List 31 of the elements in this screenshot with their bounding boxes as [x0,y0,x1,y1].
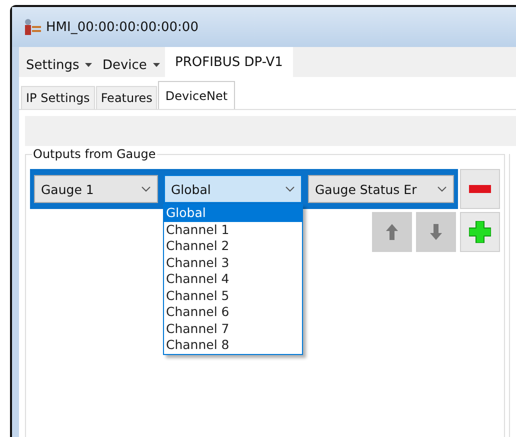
arrow-up-icon [386,224,398,240]
app-icon [24,19,42,35]
combo-box[interactable]: Gauge Status Er [308,175,454,203]
dropdown-option[interactable]: Channel 5 [164,288,302,304]
chevron-down-icon [285,186,295,192]
arrow-down-icon [430,224,442,240]
add-button[interactable] [460,212,500,252]
remove-button[interactable] [460,169,500,209]
dropdown-option[interactable]: Channel 2 [164,238,302,254]
dropdown-option[interactable]: Channel 1 [164,222,302,238]
menu-item[interactable]: Device [97,54,166,77]
caret-down-icon [85,63,92,68]
minus-icon [469,185,491,193]
dropdown-option[interactable]: Channel 8 [164,337,302,354]
chevron-down-icon [141,186,151,192]
caret-down-icon [153,63,160,68]
tab[interactable]: IP Settings [21,86,95,109]
tab[interactable]: Features [96,86,158,109]
dropdown-option[interactable]: Global [164,205,302,222]
menu-item[interactable]: Settings [21,54,98,77]
window-title: HMI_00:00:00:00:00:00 [46,20,198,34]
dropdown-option[interactable]: Channel 3 [164,254,302,271]
plus-icon [469,221,491,243]
menu-tab[interactable]: PROFIBUS DP-V1 [165,47,293,77]
chevron-down-icon [437,186,447,192]
dropdown-option[interactable]: Channel 7 [164,320,302,337]
dropdown-option[interactable]: Channel 4 [164,271,302,288]
tab[interactable]: DeviceNet [158,81,235,109]
combo-box[interactable]: Gauge 1 [34,175,158,203]
group-title: Outputs from Gauge [32,147,157,161]
dropdown-option[interactable]: Channel 6 [164,304,302,320]
